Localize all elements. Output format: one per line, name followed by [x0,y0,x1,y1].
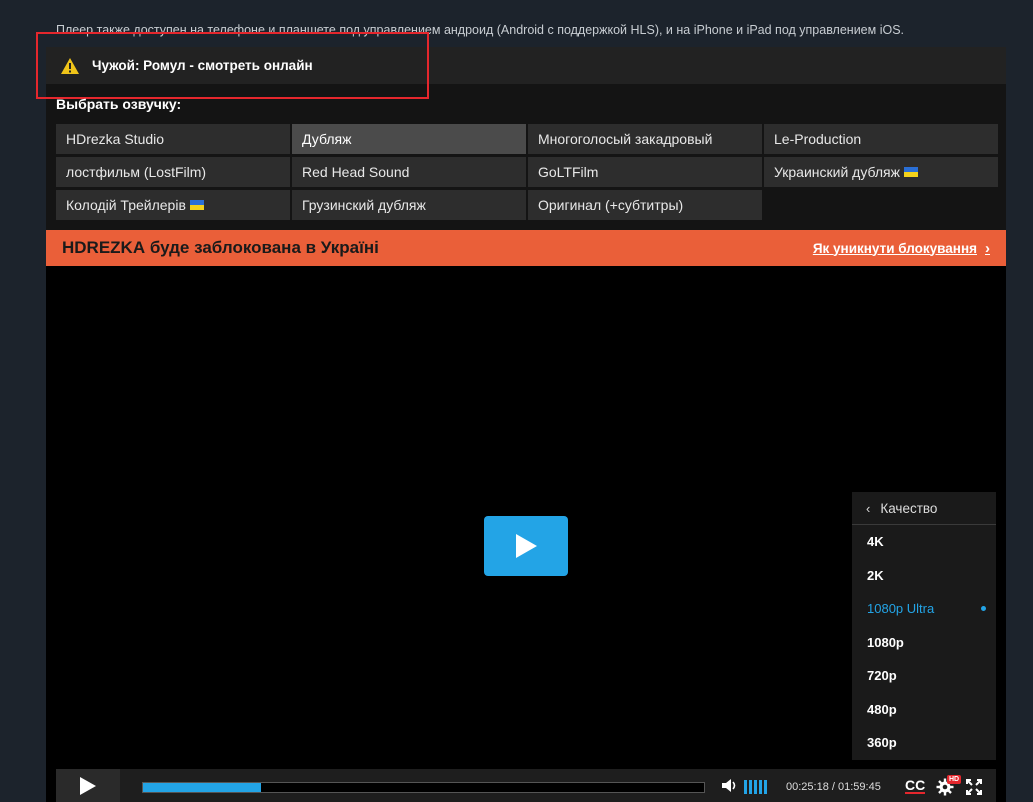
voice-option[interactable]: GoLTFilm [528,157,762,187]
play-icon [516,534,537,558]
quality-option-label: 720p [867,668,897,684]
voice-option-label: Многоголосый закадровый [538,131,713,147]
voice-option-label: Украинский дубляж [774,164,900,180]
quality-option[interactable]: 2K [852,559,996,593]
player-controls: 00:25:18 / 01:59:45 CC HD [56,769,996,802]
voice-option[interactable]: Колодій Трейлерів [56,190,290,220]
avoid-block-link-label: Як уникнути блокування [812,240,977,256]
voice-option[interactable]: лостфильм (LostFilm) [56,157,290,187]
voice-list: HDrezka Studio Дубляж Многоголосый закадро… [56,124,998,220]
voice-option-label: Грузинский дубляж [302,197,426,213]
voice-label: Выбрать озвучку: [56,96,182,112]
voice-option-label: HDrezka Studio [66,131,165,147]
voice-option[interactable]: Оригинал (+субтитры) [528,190,762,220]
quality-menu-back[interactable]: ‹ Качество [852,492,996,525]
block-banner: HDREZKA буде заблокована в Україні Як ун… [46,230,1006,266]
banner-text: буде заблокована в Україні [145,238,379,257]
voice-option[interactable]: Многоголосый закадровый [528,124,762,154]
play-button[interactable] [56,769,120,802]
progress-fill [143,783,261,792]
banner-title: HDREZKA буде заблокована в Україні [62,238,379,258]
voice-option-label: GoLTFilm [538,164,599,180]
quality-option[interactable]: 1080p Ultra [852,592,996,626]
voice-option[interactable]: Red Head Sound [292,157,526,187]
time-total: 01:59:45 [838,781,881,793]
quality-option[interactable]: 4K [852,525,996,559]
voice-option[interactable]: Дубляж [292,124,526,154]
quality-option-label: 360p [867,735,897,751]
quality-option-label: 480p [867,701,897,717]
voice-option-label: Оригинал (+субтитры) [538,197,684,213]
selected-dot-icon [981,606,986,612]
voice-option-label: лостфильм (LostFilm) [66,164,207,180]
quality-menu: ‹ Качество 4K 2K 1080p Ultra 1080p 720p 480p 3… [852,492,996,760]
voice-option-label: Колодій Трейлерів [66,197,186,213]
avoid-block-link[interactable]: Як уникнути блокування › [813,240,990,257]
volume-icon[interactable] [721,778,738,793]
banner-brand: HDREZKA [62,238,146,257]
time-separator: / [828,781,838,793]
time-display: 00:25:18 / 01:59:45 [786,781,881,793]
ukraine-flag-icon [904,167,918,177]
subtitles-button[interactable]: CC [905,778,926,794]
big-play-button[interactable] [484,516,568,576]
quality-menu-title: Качество [880,500,938,516]
volume-slider[interactable] [744,780,767,794]
quality-option[interactable]: 1080p [852,626,996,660]
play-icon [80,776,96,795]
progress-bar[interactable] [142,782,705,793]
ukraine-flag-icon [189,200,204,210]
voice-option-label: Red Head Sound [302,164,410,180]
quality-option-label: 1080p [867,634,904,650]
chevron-right-icon: › [985,239,990,257]
time-current: 00:25:18 [786,781,829,793]
hd-badge: HD [947,775,962,784]
video-player[interactable]: ‹ Качество 4K 2K 1080p Ultra 1080p 720p 480p 3… [46,266,1006,802]
quality-option-label: 1080p Ultra [867,601,935,617]
quality-option-label: 2K [867,567,884,583]
highlight-box [36,32,429,99]
quality-option[interactable]: 720p [852,659,996,693]
fullscreen-icon[interactable] [966,779,982,795]
voice-option-label: Le-Production [774,131,862,147]
voice-option[interactable]: Le-Production [764,124,998,154]
voice-option-label: Дубляж [302,131,352,147]
voice-option[interactable]: Украинский дубляж [764,157,998,187]
quality-option[interactable]: 360p [852,726,996,760]
chevron-left-icon: ‹ [866,500,871,516]
quality-option-label: 4K [867,534,884,550]
quality-option[interactable]: 480p [852,693,996,727]
voice-option[interactable]: HDrezka Studio [56,124,290,154]
voice-option[interactable]: Грузинский дубляж [292,190,526,220]
